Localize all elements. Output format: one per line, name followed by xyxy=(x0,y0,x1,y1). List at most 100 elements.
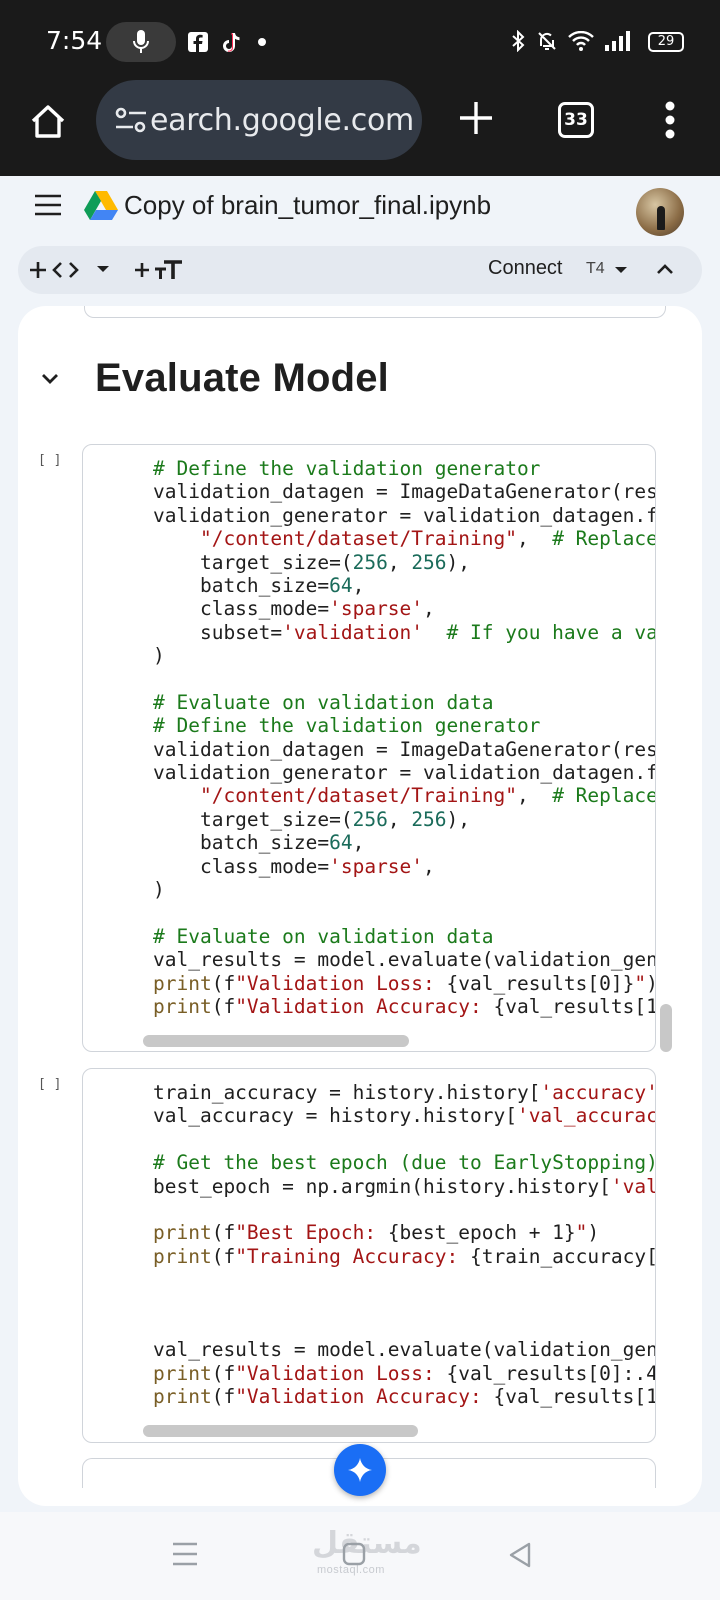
notebook-content: Evaluate Model [ ] # Define the validati… xyxy=(18,306,702,1506)
code-token: "Best Epoch: xyxy=(235,1221,388,1245)
code-token: # If you have a vali xyxy=(446,620,656,644)
url-text: earch.google.com xyxy=(150,102,414,138)
add-code-button[interactable] xyxy=(30,246,80,294)
run-cell-button[interactable]: [ ] xyxy=(38,1077,61,1092)
code-token: class_mode= xyxy=(153,854,330,878)
chevron-down-icon[interactable] xyxy=(96,264,110,274)
code-cell[interactable]: # Define the validation generator validat… xyxy=(82,444,656,1052)
battery-icon: 29 xyxy=(648,32,684,52)
runtime-label: T4 xyxy=(586,260,605,277)
code-token: batch_size= xyxy=(153,831,330,855)
new-tab-button[interactable] xyxy=(456,98,496,138)
code-editor[interactable]: train_accuracy = history.history['accura… xyxy=(153,1081,656,1409)
code-token: 'val_accuracy xyxy=(516,1104,656,1128)
gemini-button[interactable] xyxy=(334,1444,386,1496)
back-icon[interactable] xyxy=(508,1542,532,1568)
connect-button[interactable]: Connect xyxy=(488,257,563,280)
run-cell-button[interactable]: [ ] xyxy=(38,453,61,468)
code-line: print(f"Validation Loss: {val_results[0]… xyxy=(153,1361,655,1385)
code-line: class_mode='sparse', xyxy=(153,854,655,878)
code-token: "/content/dataset/Training" xyxy=(199,527,517,551)
horizontal-scrollbar[interactable] xyxy=(143,1035,409,1047)
code-line: "/content/dataset/Training", # Replace w xyxy=(153,527,655,551)
code-token: # Define the validation generator xyxy=(153,457,541,480)
code-line: batch_size=64, xyxy=(153,573,655,597)
site-settings-icon[interactable] xyxy=(114,105,148,135)
code-token: validation_datagen = ImageDataGenerator(… xyxy=(153,737,656,761)
code-line: target_size=(256, 256), xyxy=(153,550,655,574)
code-token: "Validation Loss: xyxy=(235,971,447,995)
code-token: 256 xyxy=(352,550,388,574)
code-token: , xyxy=(423,854,435,878)
chevron-up-icon[interactable] xyxy=(656,262,674,276)
code-token: print xyxy=(153,994,212,1018)
user-avatar[interactable] xyxy=(636,188,684,236)
code-token: validation_datagen = ImageDataGenerator(… xyxy=(153,480,656,504)
add-text-button[interactable] xyxy=(134,246,186,294)
recents-icon[interactable] xyxy=(172,1542,198,1566)
code-token: ) xyxy=(587,1221,600,1245)
code-token: {val_results[0]} xyxy=(446,971,635,995)
code-token: , xyxy=(387,550,412,574)
home-nav-icon[interactable] xyxy=(342,1542,366,1566)
code-line: # Define the validation generator xyxy=(153,714,655,737)
code-token: , xyxy=(516,527,553,551)
code-line: validation_generator = validation_datage… xyxy=(153,761,655,784)
code-token: "Validation Accuracy: xyxy=(235,994,494,1018)
notebook-title[interactable]: Copy of brain_tumor_final.ipynb xyxy=(124,190,491,221)
bell-off-icon xyxy=(538,32,556,50)
code-token: print xyxy=(153,1244,212,1268)
code-token: , xyxy=(352,573,365,597)
tiktok-icon xyxy=(223,33,240,52)
code-token: target_size=( xyxy=(153,807,353,831)
tab-switcher-button[interactable]: 33 xyxy=(558,102,594,138)
code-token: "Training Accuracy: xyxy=(235,1244,470,1268)
horizontal-scrollbar[interactable] xyxy=(143,1425,418,1437)
code-line: # Evaluate on validation data xyxy=(153,925,655,948)
notebook-toolbar: Connect T4 xyxy=(18,246,702,294)
home-button[interactable] xyxy=(28,102,68,142)
code-line: print(f"Training Accuracy: {train_accura… xyxy=(153,1244,655,1268)
runtime-dropdown-icon[interactable] xyxy=(614,265,628,275)
code-line: ) xyxy=(153,878,655,901)
code-line: # Evaluate on validation data xyxy=(153,691,655,714)
code-token: "/content/dataset/Training" xyxy=(199,784,517,808)
code-editor[interactable]: # Define the validation generator validat… xyxy=(153,457,656,1018)
code-line: batch_size=64, xyxy=(153,831,655,855)
dot-icon xyxy=(258,38,266,46)
code-token: (f xyxy=(211,1361,236,1385)
menu-icon[interactable] xyxy=(34,194,62,216)
watermark-logo: مستقل xyxy=(312,1526,422,1561)
code-token: , xyxy=(387,807,412,831)
code-token: target_size=( xyxy=(153,550,353,574)
system-nav-bar: مستقل mostaql.com xyxy=(0,1512,720,1600)
google-drive-icon[interactable] xyxy=(84,190,118,220)
vertical-scrollbar[interactable] xyxy=(660,1004,672,1052)
code-token: print xyxy=(153,1361,212,1385)
code-token: 'validation' xyxy=(282,620,424,644)
code-token: 'sparse' xyxy=(329,854,424,878)
code-line: validation_datagen = ImageDataGenerator(… xyxy=(153,737,656,761)
more-vert-icon[interactable] xyxy=(664,100,676,140)
browser-toolbar: earch.google.com 33 xyxy=(0,80,720,176)
code-token: {val_results[0]:.4f} xyxy=(446,1361,655,1385)
code-token: print xyxy=(153,1385,212,1409)
code-cell[interactable]: train_accuracy = history.history['accura… xyxy=(82,1068,656,1443)
code-token: {val_results[1] xyxy=(493,994,656,1018)
code-token: 256 xyxy=(411,550,447,574)
code-token: "Validation Loss: xyxy=(235,1361,447,1385)
code-line: subset='validation' # If you have a vali xyxy=(153,620,656,644)
collapse-section-icon[interactable] xyxy=(40,372,60,386)
code-line: # Define the validation generator xyxy=(153,457,655,480)
code-token: train_accuracy = history.history[ xyxy=(153,1081,541,1104)
code-line: val_results = model.evaluate(validation_… xyxy=(153,948,656,972)
code-token: , xyxy=(352,831,365,855)
code-token: 'accuracy' xyxy=(540,1081,656,1104)
code-token: "Validation Accuracy: xyxy=(235,1385,494,1409)
code-token: val_results = model.evaluate(validation_… xyxy=(153,948,656,972)
address-bar[interactable]: earch.google.com xyxy=(96,80,422,160)
